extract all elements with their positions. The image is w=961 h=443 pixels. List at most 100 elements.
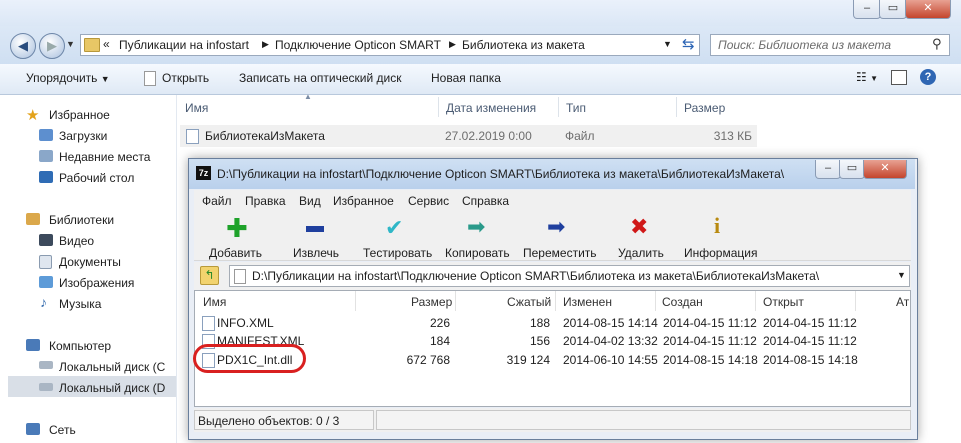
breadcrumb-overflow-icon[interactable]: « bbox=[103, 37, 110, 51]
nav-computer[interactable]: Компьютер bbox=[49, 339, 111, 353]
recent-places-icon bbox=[39, 150, 53, 162]
column-divider[interactable] bbox=[855, 291, 856, 311]
view-options-icon[interactable]: ☷ ▼ bbox=[856, 70, 878, 84]
nav-images[interactable]: Изображения bbox=[59, 276, 134, 290]
column-divider[interactable] bbox=[755, 291, 756, 311]
file-packed: 319 124 bbox=[506, 353, 550, 367]
disk-c-icon bbox=[39, 361, 53, 369]
downloads-folder-icon bbox=[39, 129, 53, 141]
column-divider[interactable] bbox=[455, 291, 456, 311]
file-modified: 27.02.2019 0:00 bbox=[445, 129, 532, 143]
menu-file[interactable]: Файл bbox=[202, 194, 232, 208]
menu-edit[interactable]: Правка bbox=[245, 194, 286, 208]
minimize-button[interactable]: – bbox=[853, 0, 881, 19]
nav-video[interactable]: Видео bbox=[59, 234, 94, 248]
file-row[interactable]: БиблиотекаИзМакета 27.02.2019 0:00 Файл … bbox=[180, 125, 757, 147]
column-divider[interactable] bbox=[558, 97, 559, 117]
close-button[interactable]: ✕ bbox=[905, 0, 951, 19]
status-text: Выделено объектов: 0 / 3 bbox=[198, 414, 340, 428]
delete-button[interactable]: Удалить bbox=[618, 246, 664, 260]
column-header-size[interactable]: Размер bbox=[684, 101, 725, 115]
column-divider[interactable] bbox=[438, 97, 439, 117]
copy-button[interactable]: Копировать bbox=[445, 246, 510, 260]
breadcrumb-item-2[interactable]: Подключение Opticon SMART bbox=[275, 38, 441, 52]
column-divider[interactable] bbox=[676, 97, 677, 117]
sevenzip-maximize-button[interactable]: ▭ bbox=[839, 160, 865, 179]
organize-button[interactable]: Упорядочить ▼ bbox=[26, 71, 110, 85]
file-accessed: 2014-08-15 14:18 bbox=[763, 353, 858, 367]
sevenzip-minimize-button[interactable]: – bbox=[815, 160, 841, 179]
refresh-icon[interactable]: ⇆ bbox=[682, 35, 695, 53]
menu-tools[interactable]: Сервис bbox=[408, 194, 449, 208]
desktop-icon bbox=[39, 171, 53, 183]
nav-downloads[interactable]: Загрузки bbox=[59, 129, 107, 143]
sevenzip-title: D:\Публикации на infostart\Подключение O… bbox=[217, 167, 785, 181]
col-created[interactable]: Создан bbox=[662, 295, 703, 309]
file-accessed: 2014-04-15 11:12 bbox=[763, 316, 857, 330]
burn-button[interactable]: Записать на оптический диск bbox=[239, 71, 402, 85]
folder-up-icon[interactable]: ↰ bbox=[200, 266, 219, 285]
col-attributes[interactable]: Ат bbox=[896, 295, 909, 309]
column-divider[interactable] bbox=[555, 291, 556, 311]
test-button[interactable]: Тестировать bbox=[363, 246, 432, 260]
column-divider[interactable] bbox=[655, 291, 656, 311]
history-dropdown-icon[interactable]: ▼ bbox=[66, 39, 75, 49]
col-name[interactable]: Имя bbox=[203, 295, 226, 309]
table-row[interactable]: MANIFEST.XML 184 156 2014-04-02 13:32 20… bbox=[195, 332, 910, 350]
nav-recent[interactable]: Недавние места bbox=[59, 150, 150, 164]
maximize-button[interactable]: ▭ bbox=[879, 0, 907, 19]
nav-desktop[interactable]: Рабочий стол bbox=[59, 171, 134, 185]
nav-disk-d[interactable]: Локальный диск (D bbox=[59, 381, 165, 395]
new-folder-button[interactable]: Новая папка bbox=[431, 71, 501, 85]
extract-button[interactable]: Извлечь bbox=[293, 246, 339, 260]
nav-libraries[interactable]: Библиотеки bbox=[49, 213, 114, 227]
help-icon[interactable]: ? bbox=[920, 69, 936, 85]
file-modified: 2014-08-15 14:14 bbox=[563, 316, 658, 330]
preview-pane-icon[interactable] bbox=[891, 70, 907, 85]
col-accessed[interactable]: Открыт bbox=[763, 295, 804, 309]
col-packed[interactable]: Сжатый bbox=[507, 295, 551, 309]
video-icon bbox=[39, 234, 53, 246]
path-dropdown-icon[interactable]: ▼ bbox=[897, 270, 906, 280]
documents-icon bbox=[39, 255, 52, 269]
file-accessed: 2014-04-15 11:12 bbox=[763, 334, 857, 348]
breadcrumb-item-1[interactable]: Публикации на infostart bbox=[119, 38, 249, 52]
menu-help[interactable]: Справка bbox=[462, 194, 509, 208]
nav-network[interactable]: Сеть bbox=[49, 423, 76, 437]
breadcrumb-separator-icon[interactable]: ▶ bbox=[262, 39, 269, 50]
file-created: 2014-04-15 11:12 bbox=[663, 316, 757, 330]
forward-button[interactable]: ▶ bbox=[39, 33, 65, 59]
col-modified[interactable]: Изменен bbox=[563, 295, 612, 309]
file-created: 2014-08-15 14:18 bbox=[663, 353, 758, 367]
menu-view[interactable]: Вид bbox=[299, 194, 321, 208]
move-button[interactable]: Переместить bbox=[523, 246, 597, 260]
open-file-icon bbox=[144, 71, 156, 86]
col-size[interactable]: Размер bbox=[411, 295, 452, 309]
computer-icon bbox=[26, 339, 40, 351]
nav-music[interactable]: Музыка bbox=[59, 297, 101, 311]
file-packed: 156 bbox=[529, 334, 550, 348]
nav-favorites[interactable]: Избранное bbox=[49, 108, 110, 122]
nav-documents[interactable]: Документы bbox=[59, 255, 121, 269]
breadcrumb-item-3[interactable]: Библиотека из макета bbox=[462, 38, 585, 52]
column-divider[interactable] bbox=[355, 291, 356, 311]
delete-icon: ✖ bbox=[630, 214, 649, 239]
file-size: 226 bbox=[429, 316, 450, 330]
images-icon bbox=[39, 276, 53, 288]
network-icon bbox=[26, 423, 40, 435]
breadcrumb-separator-icon[interactable]: ▶ bbox=[449, 39, 456, 50]
back-button[interactable]: ◀ bbox=[10, 33, 36, 59]
highlight-ellipse bbox=[193, 344, 306, 373]
address-dropdown-icon[interactable]: ▼ bbox=[663, 39, 672, 49]
table-row[interactable]: INFO.XML 226 188 2014-08-15 14:14 2014-0… bbox=[195, 314, 910, 332]
sevenzip-close-button[interactable]: ✕ bbox=[863, 160, 907, 179]
column-header-name[interactable]: Имя bbox=[185, 101, 208, 115]
menu-favorites[interactable]: Избранное bbox=[333, 194, 394, 208]
add-button[interactable]: Добавить bbox=[209, 246, 262, 260]
column-header-type[interactable]: Тип bbox=[566, 101, 586, 115]
info-button[interactable]: Информация bbox=[684, 246, 757, 260]
column-header-modified[interactable]: Дата изменения bbox=[446, 101, 536, 115]
search-icon[interactable]: ⚲ bbox=[932, 36, 942, 52]
nav-disk-c[interactable]: Локальный диск (C bbox=[59, 360, 165, 374]
open-button[interactable]: Открыть bbox=[162, 71, 209, 85]
